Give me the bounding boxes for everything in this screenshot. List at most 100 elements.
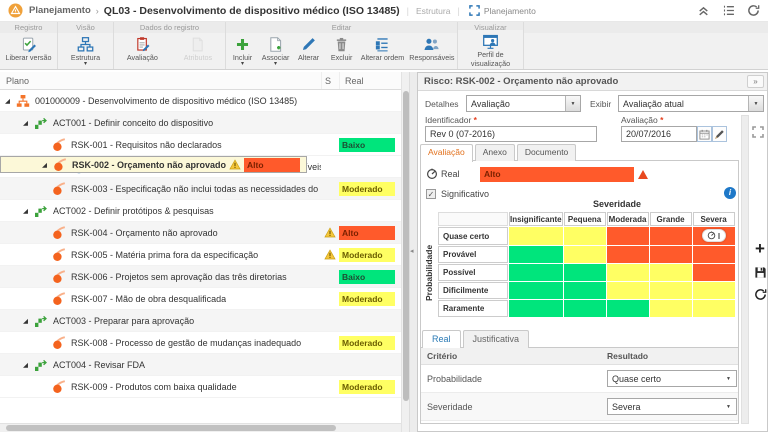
save-icon[interactable]: [754, 266, 767, 279]
expander-icon[interactable]: ◢: [5, 97, 16, 105]
detail-scrollbar[interactable]: [741, 115, 749, 424]
calendar-button[interactable]: [697, 126, 712, 142]
matrix-cell[interactable]: [650, 300, 692, 317]
tree-row-rsk008[interactable]: RSK-008 - Processo de gestão de mudanças…: [0, 332, 401, 354]
severidade-select[interactable]: Severa ▼: [607, 398, 737, 415]
context-link-planejamento[interactable]: Planejamento: [484, 6, 536, 16]
ribbon-group-visualizar: Visualizar Perfil de visualização: [458, 22, 524, 69]
matrix-cell[interactable]: [509, 264, 563, 281]
subtab-real[interactable]: Real: [422, 330, 461, 348]
matrix-cell[interactable]: [650, 282, 692, 299]
collapse-panel-icon[interactable]: »: [747, 75, 764, 88]
ribbon-group-dados-registro: Dados do registro Avaliação Atributos: [114, 22, 226, 69]
calendar-icon: [699, 129, 710, 140]
risk-icon: [52, 248, 66, 262]
matrix-cell[interactable]: [564, 282, 606, 299]
tree-row-rsk009[interactable]: RSK-009 - Produtos com baixa qualidade M…: [0, 376, 401, 398]
breadcrumb-module[interactable]: Planejamento: [29, 5, 91, 16]
matrix-cell[interactable]: [693, 282, 735, 299]
excluir-button[interactable]: Excluir: [327, 35, 357, 63]
expander-icon[interactable]: ◢: [23, 317, 34, 325]
tree-row-act003[interactable]: ◢ACT003 - Preparar para aprovação: [0, 310, 401, 332]
scrollbar-thumb[interactable]: [6, 425, 336, 431]
expander-icon[interactable]: ◢: [23, 361, 34, 369]
expander-icon[interactable]: ◢: [23, 119, 34, 127]
matrix-cell[interactable]: [650, 227, 692, 245]
avaliacao-button[interactable]: Avaliação: [126, 35, 159, 63]
matrix-cell[interactable]: [607, 227, 649, 245]
associar-button[interactable]: Associar▾: [261, 35, 291, 68]
tree-row-act001[interactable]: ◢ACT001 - Definir conceito do dispositiv…: [0, 112, 401, 134]
probabilidade-select[interactable]: Quase certo ▼: [607, 370, 737, 387]
matrix-row-header: Possível: [438, 264, 508, 281]
matrix-cell[interactable]: [509, 300, 563, 317]
activity-icon: [34, 314, 48, 328]
matrix-cell[interactable]: [509, 282, 563, 299]
tree-row-rsk002-selected[interactable]: ◢RSK-002 - Orçamento não aprovado Alto: [0, 156, 307, 173]
vertical-scrollbar[interactable]: [401, 72, 409, 432]
matrix-marker[interactable]: [702, 229, 726, 242]
tab-anexo[interactable]: Anexo: [475, 144, 515, 161]
matrix-cell[interactable]: [607, 282, 649, 299]
refresh-icon[interactable]: [747, 4, 760, 17]
tree-row-rsk001[interactable]: RSK-001 - Requisitos não declarados Baix…: [0, 134, 401, 156]
info-icon[interactable]: i: [724, 187, 736, 199]
tab-documento[interactable]: Documento: [517, 144, 576, 161]
matrix-cell[interactable]: [564, 264, 606, 281]
expander-icon[interactable]: ◢: [42, 161, 53, 169]
matrix-cell[interactable]: [564, 227, 606, 245]
tree-row-rsk007[interactable]: RSK-007 - Mão de obra desqualificada Mod…: [0, 288, 401, 310]
responsaveis-button[interactable]: Responsáveis: [408, 35, 455, 63]
matrix-cell[interactable]: [650, 246, 692, 263]
estrutura-button[interactable]: Estrutura▾: [70, 35, 101, 68]
subtab-justificativa[interactable]: Justificativa: [463, 330, 530, 348]
matrix-cell[interactable]: [693, 264, 735, 281]
tree-row-act002[interactable]: ◢ACT002 - Definir protótipos & pesquisas: [0, 200, 401, 222]
matrix-cell[interactable]: [693, 227, 735, 245]
tree-row-rsk003[interactable]: RSK-003 - Especificação não inclui todas…: [0, 178, 401, 200]
risk-level-badge: Moderado: [339, 292, 395, 306]
matrix-cell[interactable]: [509, 246, 563, 263]
matrix-cell[interactable]: [650, 264, 692, 281]
matrix-cell[interactable]: [564, 300, 606, 317]
tree-row-rsk004[interactable]: RSK-004 - Orçamento não aprovado Alto: [0, 222, 401, 244]
perfil-visualizacao-button[interactable]: Perfil de visualização: [464, 32, 518, 69]
tree-row-rsk006[interactable]: RSK-006 - Projetos sem aprovação das trê…: [0, 266, 401, 288]
matrix-cell[interactable]: [607, 246, 649, 263]
alterar-button[interactable]: Alterar: [294, 35, 324, 63]
horizontal-scrollbar[interactable]: [0, 423, 401, 432]
collapse-ribbon-icon[interactable]: [697, 4, 710, 17]
matrix-cell[interactable]: [693, 246, 735, 263]
liberar-versao-button[interactable]: Liberar versão: [5, 35, 53, 63]
tree-row-act004[interactable]: ◢ACT004 - Revisar FDA: [0, 354, 401, 376]
splitter-arrow-icon[interactable]: ◂: [410, 247, 414, 255]
activity-icon: [34, 358, 48, 372]
detalhes-select[interactable]: Avaliação ▼: [466, 95, 581, 112]
maximize-icon[interactable]: [752, 126, 764, 138]
exibir-label: Exibir: [590, 99, 611, 109]
matrix-col-header: Insignificante: [509, 212, 563, 226]
tree-row-project[interactable]: ◢001000009 - Desenvolvimento de disposit…: [0, 90, 401, 112]
expander-icon[interactable]: ◢: [23, 207, 34, 215]
incluir-button[interactable]: Incluir▾: [228, 35, 258, 68]
identificador-input[interactable]: [425, 126, 597, 142]
add-evaluation-button[interactable]: +: [755, 241, 765, 257]
significativo-checkbox[interactable]: ✓: [426, 189, 436, 199]
alterar-ordem-button[interactable]: Alterar ordem: [360, 35, 406, 63]
context-link-estrutura[interactable]: Estrutura: [416, 6, 451, 16]
avaliacao-date-input[interactable]: [621, 126, 697, 142]
clear-date-button[interactable]: [712, 126, 727, 142]
matrix-cell[interactable]: [607, 300, 649, 317]
tab-avaliacao[interactable]: Avaliação: [420, 144, 473, 162]
risk-detail-panel: Risco: RSK-002 - Orçamento não aprovado …: [417, 72, 768, 432]
matrix-cell[interactable]: [607, 264, 649, 281]
matrix-cell[interactable]: [509, 227, 563, 245]
matrix-cell[interactable]: [693, 300, 735, 317]
reload-icon[interactable]: [754, 288, 767, 301]
panel-splitter[interactable]: ◂: [409, 72, 417, 432]
chevron-down-icon: ▼: [565, 96, 580, 111]
tree-row-rsk005[interactable]: RSK-005 - Matéria prima fora da especifi…: [0, 244, 401, 266]
list-view-icon[interactable]: [722, 4, 735, 17]
exibir-select[interactable]: Avaliação atual ▼: [618, 95, 764, 112]
matrix-cell[interactable]: [564, 246, 606, 263]
